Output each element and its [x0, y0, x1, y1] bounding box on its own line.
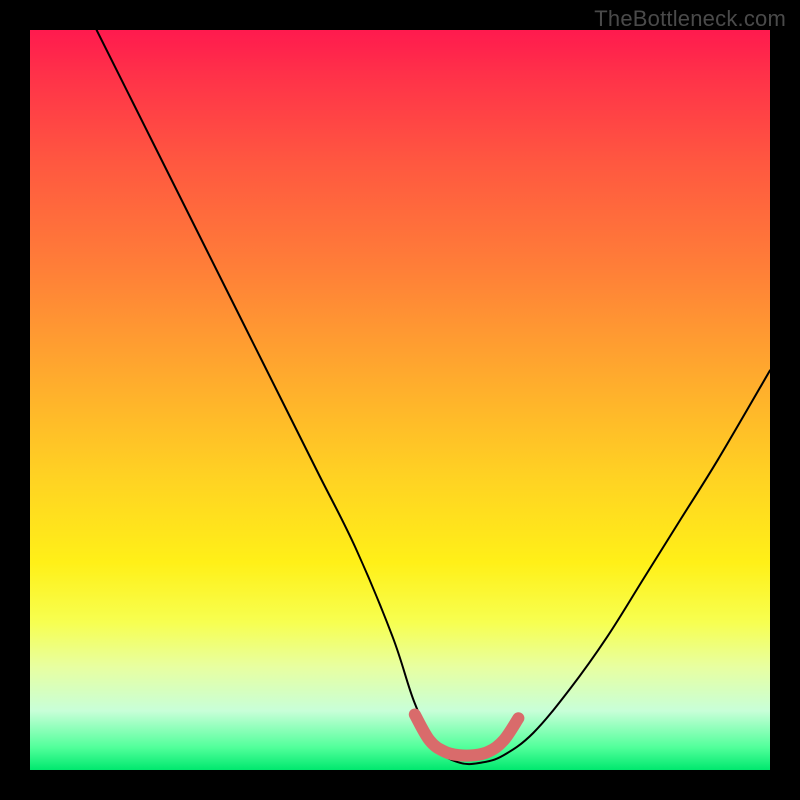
- chart-frame: TheBottleneck.com: [0, 0, 800, 800]
- plot-area: [30, 30, 770, 770]
- optimal-range-marker-path: [415, 715, 519, 756]
- watermark-text: TheBottleneck.com: [594, 6, 786, 32]
- curve-svg: [30, 30, 770, 770]
- bottleneck-curve-path: [97, 30, 770, 764]
